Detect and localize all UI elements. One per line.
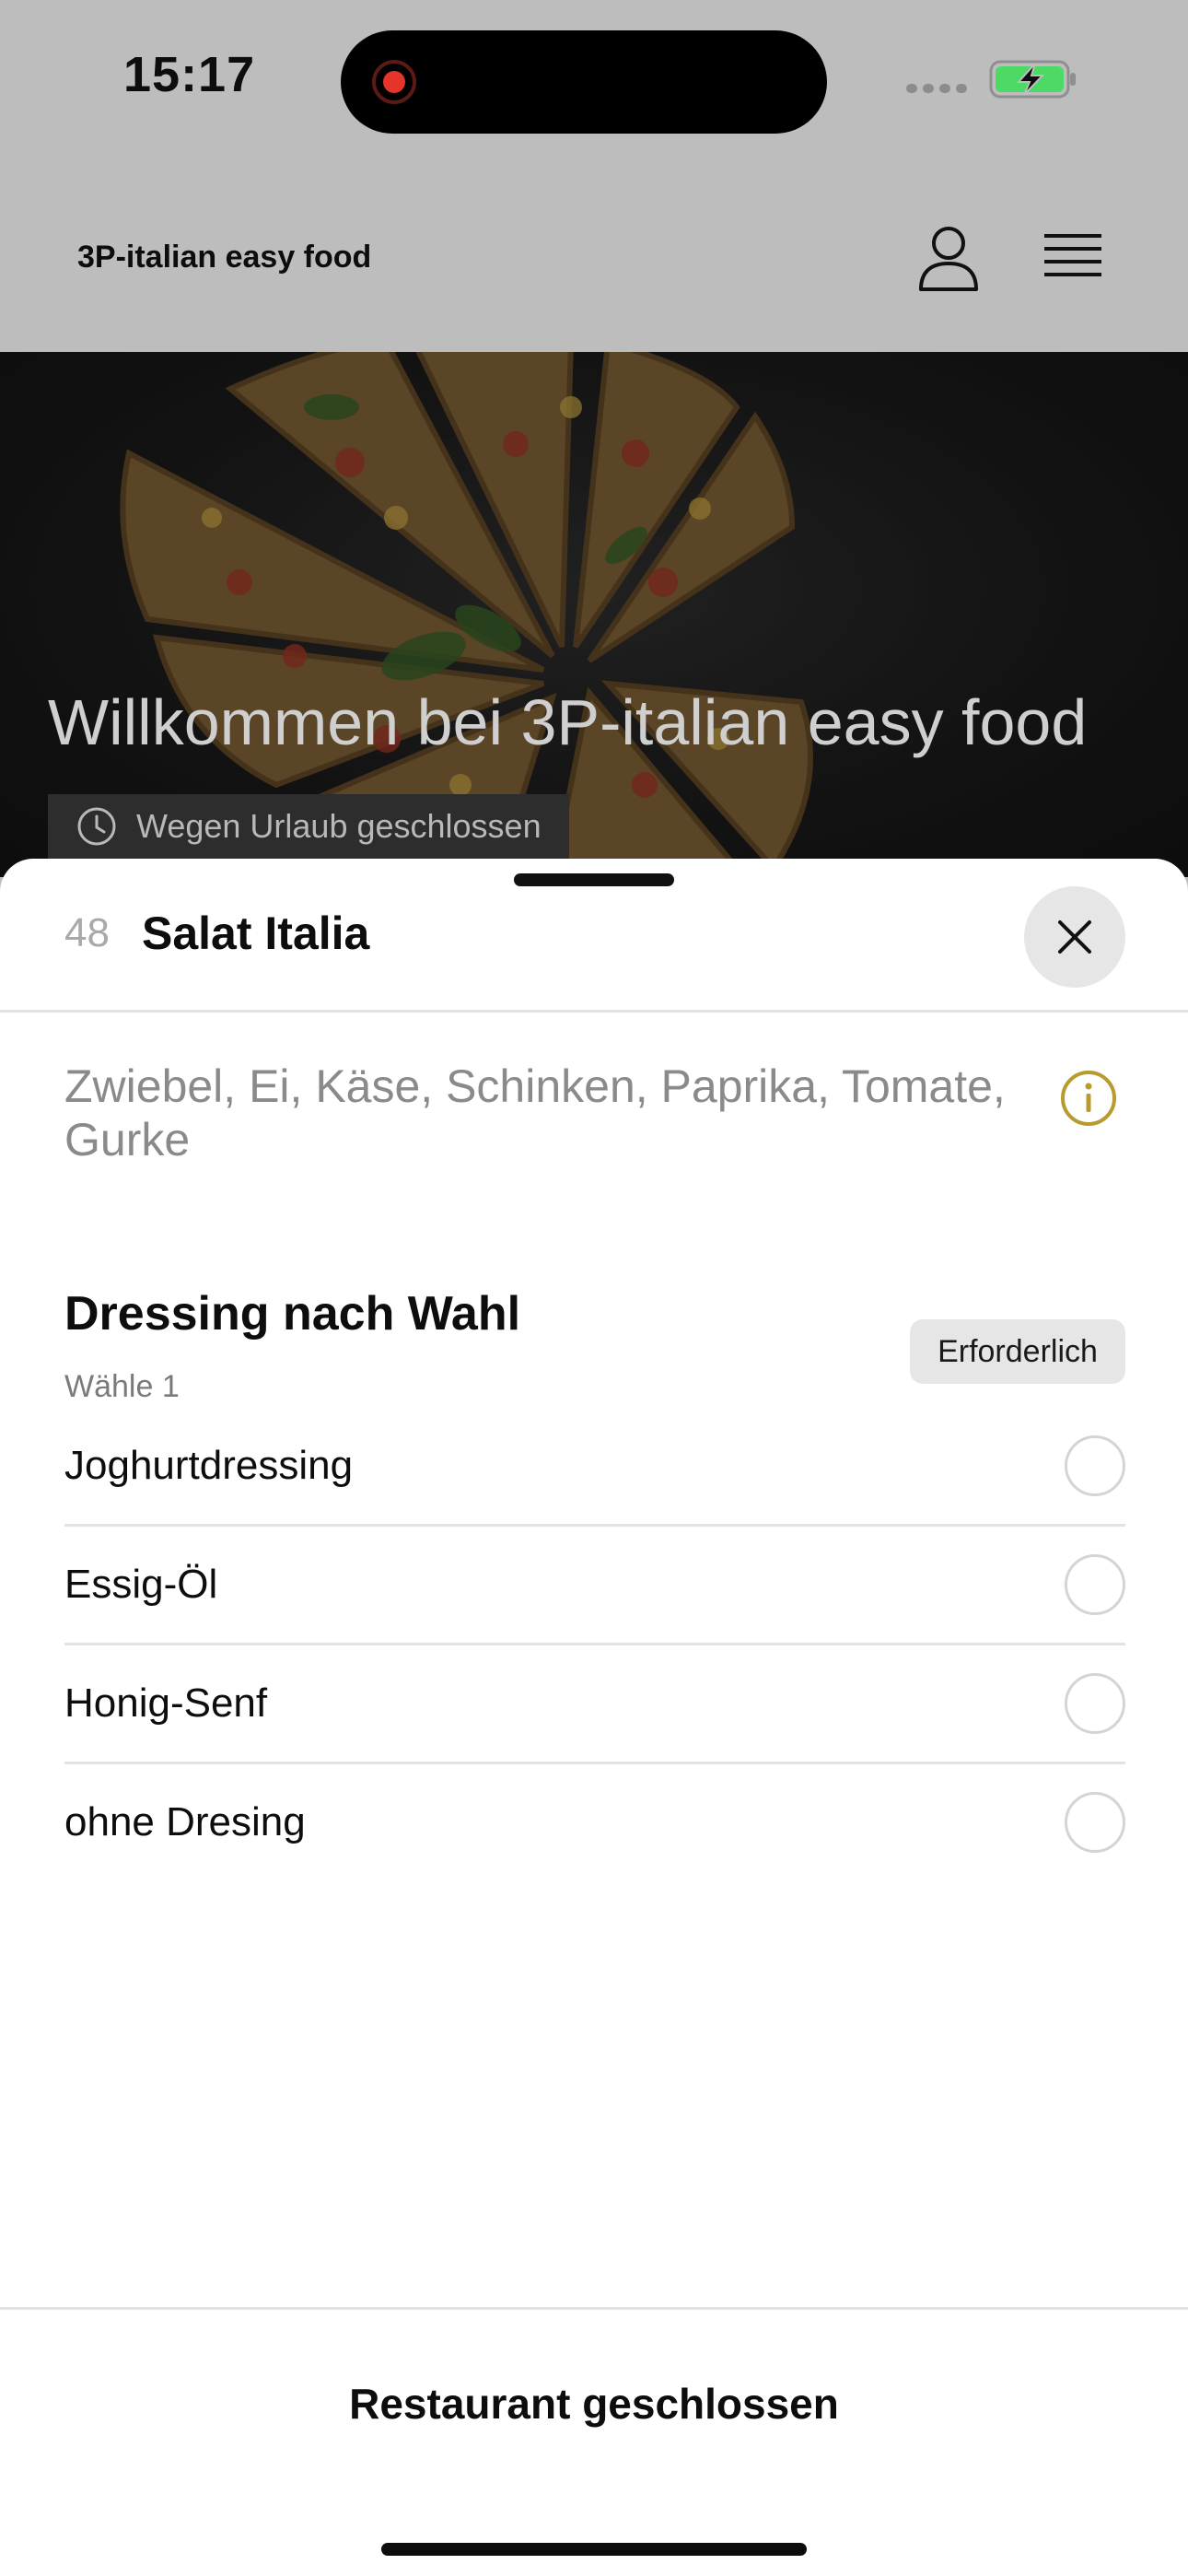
dynamic-island: [341, 30, 827, 134]
hero-banner: Willkommen bei 3P-italian easy food Wege…: [0, 352, 1188, 877]
clock-icon: [77, 807, 116, 846]
option-label: Joghurtdressing: [64, 1443, 354, 1488]
dressing-options-list: Joghurtdressing Essig-Öl Honig-Senf ohne…: [64, 1408, 1125, 1880]
radio-button[interactable]: [1065, 1792, 1125, 1853]
option-label: Honig-Senf: [64, 1680, 268, 1726]
footer-divider: [0, 2307, 1188, 2310]
item-description: Zwiebel, Ei, Käse, Schinken, Paprika, To…: [64, 1060, 1006, 1165]
option-ohne-dressing[interactable]: ohne Dresing: [64, 1764, 1125, 1880]
option-label: Essig-Öl: [64, 1562, 218, 1607]
closed-status-text: Wegen Urlaub geschlossen: [136, 807, 542, 845]
sheet-divider: [0, 1010, 1188, 1013]
close-button[interactable]: [1024, 886, 1125, 988]
sheet-grabber[interactable]: [514, 873, 674, 886]
hero-title: Willkommen bei 3P-italian easy food: [48, 686, 1088, 758]
close-icon: [1058, 920, 1091, 954]
restaurant-closed-status: Restaurant geschlossen: [349, 2380, 839, 2428]
user-account-button[interactable]: [914, 223, 984, 293]
item-title: Salat Italia: [142, 907, 370, 959]
status-time: 15:17: [123, 47, 256, 102]
app-name: 3P-italian easy food: [77, 240, 372, 275]
radio-button[interactable]: [1065, 1554, 1125, 1615]
option-essig-oel[interactable]: Essig-Öl: [64, 1527, 1125, 1645]
battery-charging-icon: [989, 60, 1076, 99]
radio-button[interactable]: [1065, 1435, 1125, 1496]
recording-icon: [372, 60, 416, 104]
cellular-signal-icon: [906, 84, 967, 93]
hamburger-menu-icon: [1044, 234, 1101, 276]
item-number: 48: [64, 910, 110, 955]
app-header: 3P-italian easy food: [0, 166, 1188, 353]
info-icon: [1061, 1071, 1116, 1126]
option-label: ohne Dresing: [64, 1799, 306, 1844]
status-bar: 15:17: [0, 0, 1188, 166]
required-badge: Erforderlich: [910, 1319, 1125, 1384]
option-group-subtitle: Wähle 1: [64, 1369, 180, 1404]
info-button[interactable]: [1059, 1069, 1118, 1128]
menu-button[interactable]: [1041, 228, 1105, 287]
option-group-title: Dressing nach Wahl: [64, 1287, 521, 1341]
option-honig-senf[interactable]: Honig-Senf: [64, 1645, 1125, 1764]
product-sheet: 48 Salat Italia Zwiebel, Ei, Käse, Schin…: [0, 859, 1188, 2576]
home-indicator[interactable]: [381, 2543, 807, 2556]
closed-status-chip: Wegen Urlaub geschlossen: [48, 794, 569, 859]
user-icon: [919, 227, 978, 291]
option-joghurtdressing[interactable]: Joghurtdressing: [64, 1408, 1125, 1527]
radio-button[interactable]: [1065, 1673, 1125, 1734]
